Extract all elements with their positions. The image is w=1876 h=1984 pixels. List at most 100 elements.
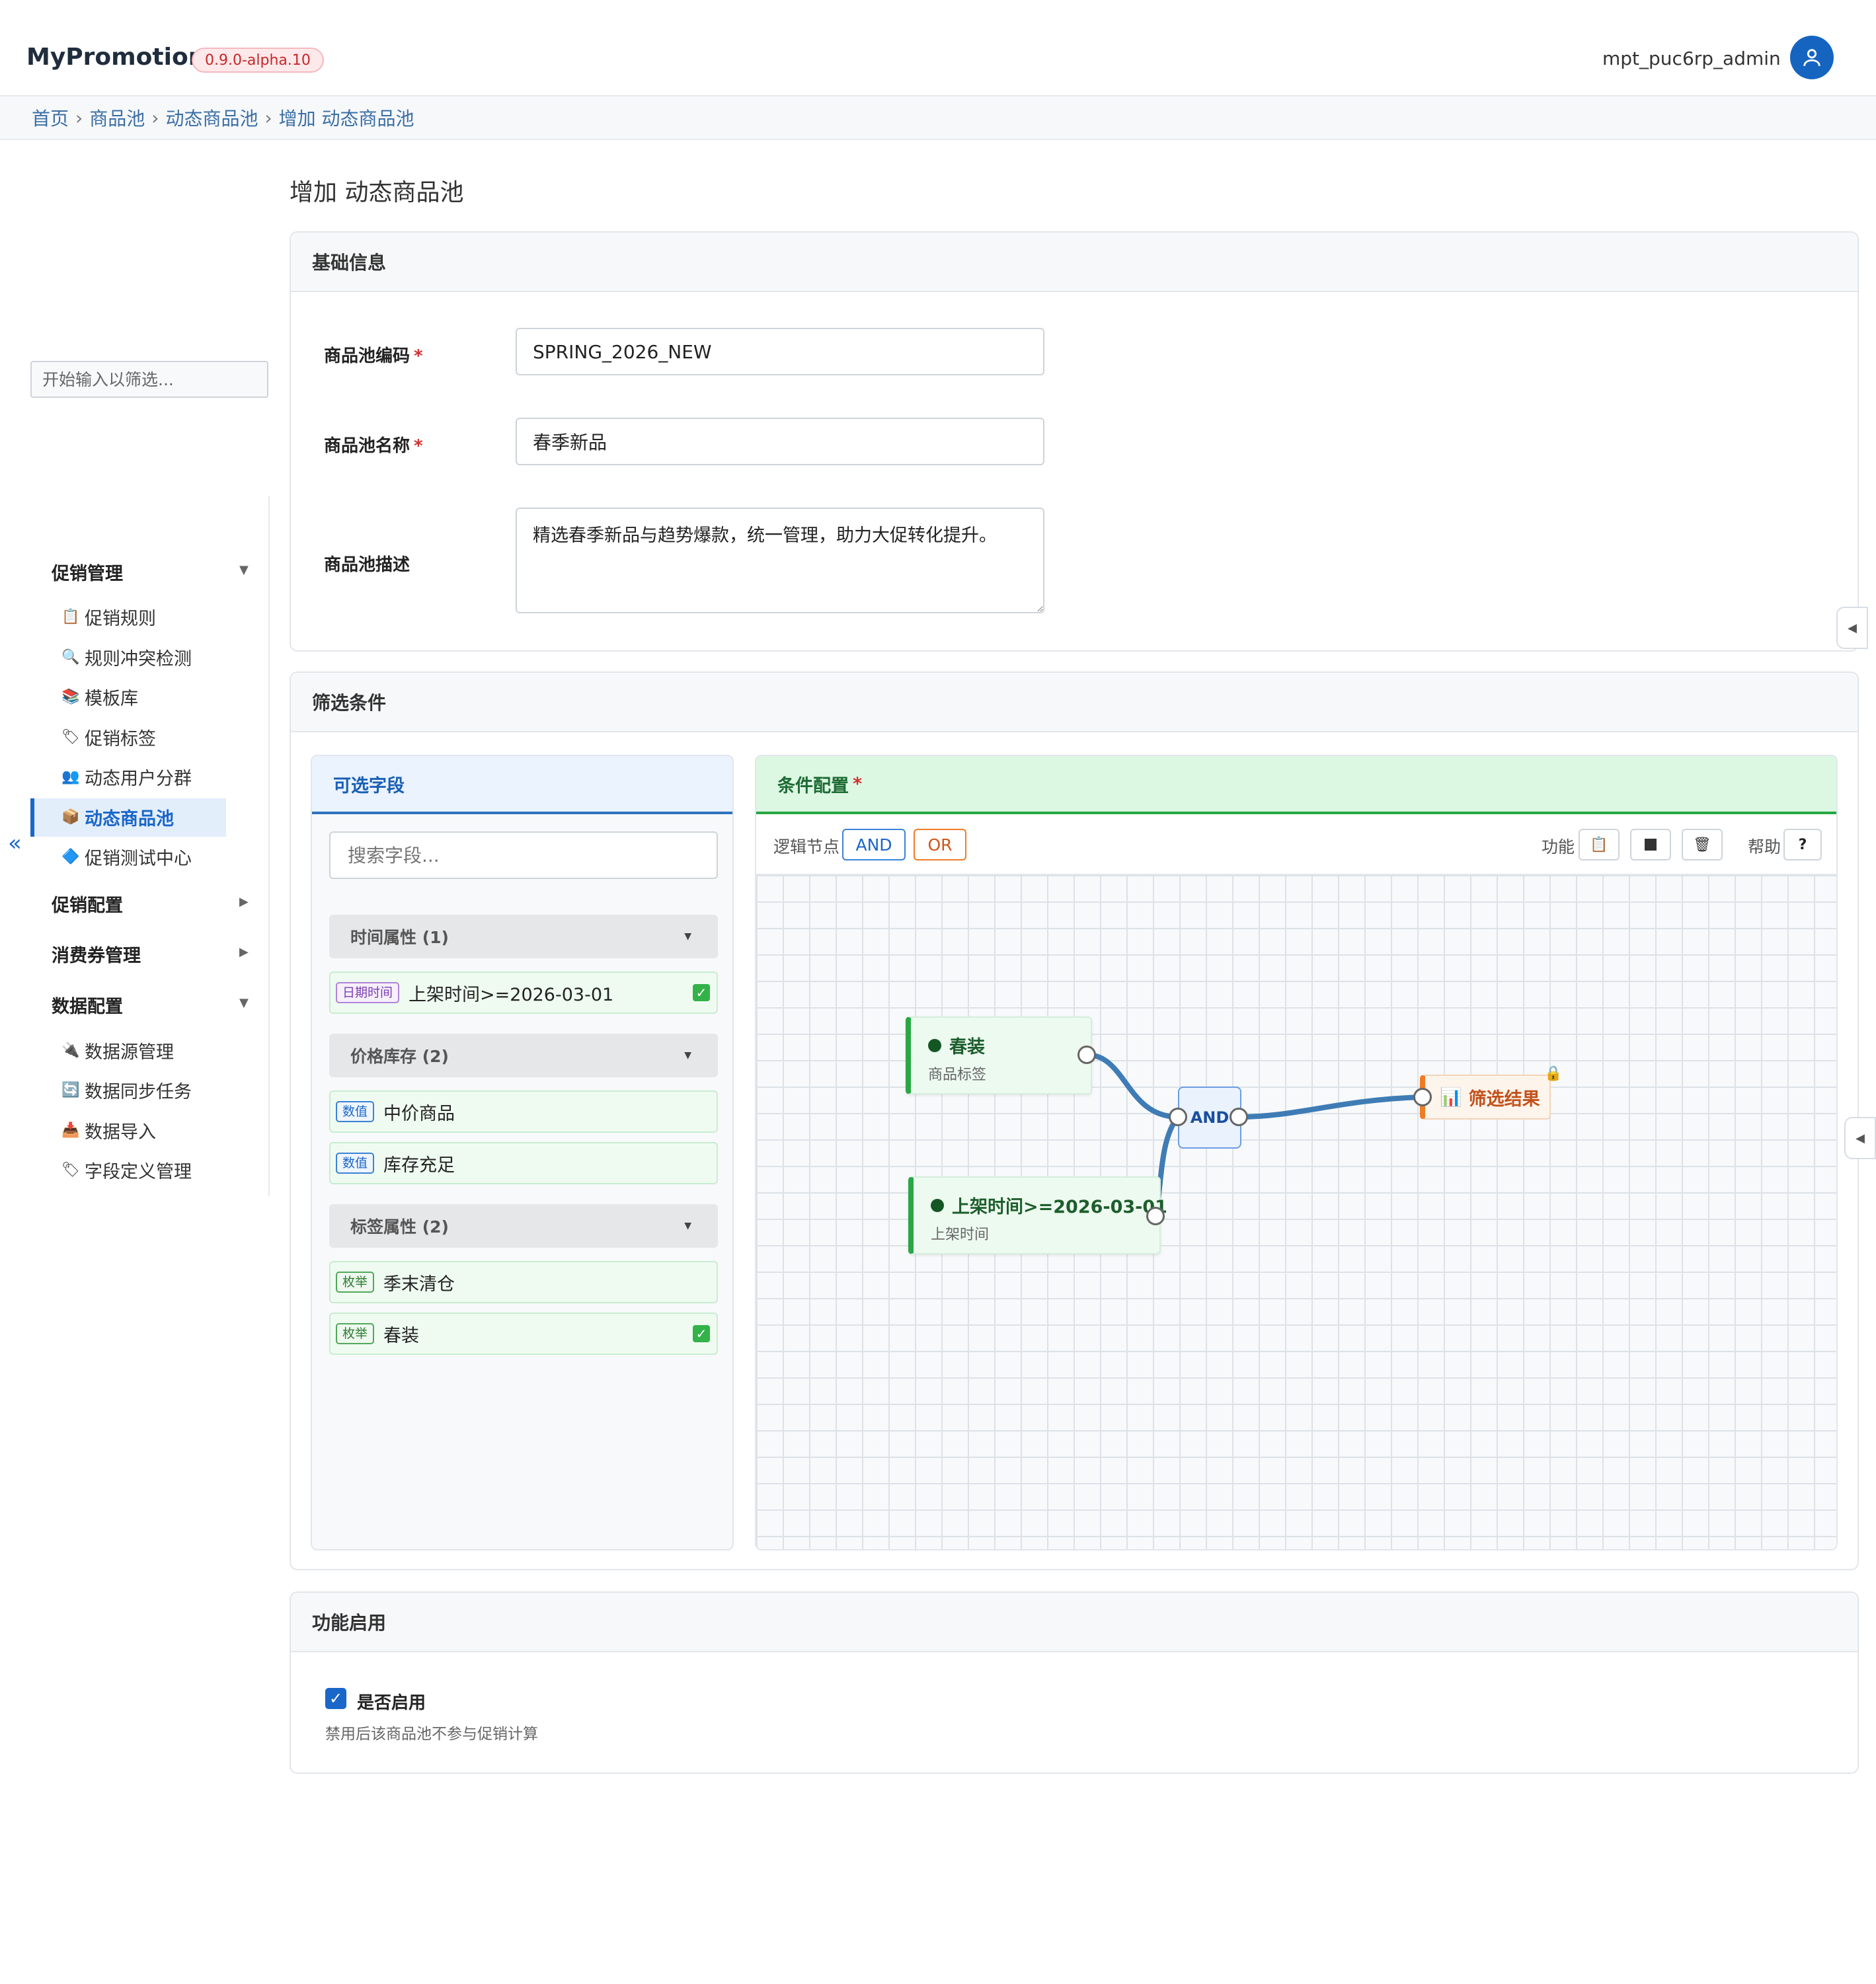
chevron-right-icon[interactable]: ▶ [239, 895, 249, 909]
chevron-down-icon[interactable]: ▼ [239, 563, 249, 577]
trash-icon[interactable]: 🗑 [1682, 829, 1723, 860]
sidebar-filter-input[interactable] [30, 361, 268, 398]
enable-checkbox-label[interactable]: 是否启用 [357, 1689, 426, 1714]
node-input-port[interactable] [1413, 1088, 1432, 1106]
field-group-time[interactable]: 时间属性 (1) ▼ [329, 915, 718, 958]
field-item-label: 上架时间>=2026-03-01 [409, 984, 614, 1005]
fields-panel-title: 可选字段 [312, 756, 732, 814]
sidebar-item-promo-rules[interactable]: 📋 促销规则 [61, 604, 156, 630]
field-item-stock[interactable]: 数值 库存充足 [329, 1142, 718, 1184]
add-and-node-button[interactable]: AND [842, 829, 906, 860]
desc-textarea[interactable]: 精选春季新品与趋势爆款，统一管理，助力大促转化提升。 [516, 508, 1044, 613]
condition-panel-title-text: 条件配置 [777, 775, 849, 796]
sidebar-item-label: 促销标签 [85, 729, 156, 749]
sidebar-item-sync-tasks[interactable]: 🔄 数据同步任务 [61, 1077, 192, 1103]
field-type-tag: 日期时间 [336, 982, 400, 1003]
name-label: 商品池名称 * [324, 432, 423, 457]
sidebar-item-field-defs[interactable]: 🏷 字段定义管理 [61, 1157, 192, 1183]
status-dot-icon [931, 1198, 944, 1212]
tag-icon: 🏷 [61, 1162, 80, 1178]
breadcrumb-current: 增加 动态商品池 [278, 108, 414, 130]
enable-card: 功能启用 ✓ 是否启用 禁用后该商品池不参与促销计算 [290, 1591, 1859, 1774]
nav-group-config[interactable]: 促销配置 [52, 891, 123, 917]
node-output-port[interactable] [1146, 1207, 1165, 1225]
node-title-text: 上架时间>=2026-03-01 [952, 1197, 1167, 1217]
page-title: 增加 动态商品池 [290, 179, 464, 206]
sidebar-item-conflict-check[interactable]: 🔍 规则冲突检测 [61, 644, 192, 670]
required-mark: * [414, 346, 423, 366]
help-button[interactable]: ? [1783, 829, 1822, 860]
code-label: 商品池编码 * [324, 342, 423, 367]
field-item-listing-time[interactable]: 日期时间 上架时间>=2026-03-01 ✓ [329, 972, 718, 1014]
stop-square [1645, 839, 1657, 851]
clipboard-icon[interactable]: 📋 [1579, 829, 1620, 860]
function-label: 功能 [1542, 837, 1575, 857]
username[interactable]: mpt_puc6rp_admin [1602, 48, 1781, 69]
user-avatar[interactable] [1790, 36, 1834, 79]
sidebar-item-promo-tags[interactable]: 🏷 促销标签 [61, 724, 156, 750]
condition-panel-title: 条件配置 * [756, 756, 1836, 814]
required-mark: * [853, 773, 863, 794]
field-group-tags[interactable]: 标签属性 (2) ▼ [329, 1204, 718, 1248]
tag-icon: 🏷 [61, 729, 80, 745]
sidebar-item-user-segments[interactable]: 👥 动态用户分群 [61, 764, 192, 790]
desc-label: 商品池描述 [324, 555, 410, 575]
sidebar-item-templates[interactable]: 📚 模板库 [61, 684, 138, 710]
node-output-port[interactable] [1230, 1108, 1248, 1126]
field-search-input[interactable] [329, 831, 718, 879]
breadcrumb-dynamic-pool[interactable]: 动态商品池 [165, 104, 258, 131]
sidebar-item-label: 动态用户分群 [85, 769, 192, 789]
field-item-spring-wear[interactable]: 枚举 春装 ✓ [329, 1313, 718, 1355]
node-output-port[interactable] [1077, 1046, 1096, 1064]
condition-node-spring-wear[interactable]: 春装 商品标签 [906, 1016, 1092, 1094]
field-group-price-stock[interactable]: 价格库存 (2) ▼ [329, 1034, 718, 1077]
sidebar-item-data-import[interactable]: 📥 数据导入 [61, 1118, 156, 1143]
field-item-clearance[interactable]: 枚举 季末清仓 [329, 1261, 718, 1303]
nav-group-data[interactable]: 数据配置 [52, 992, 123, 1018]
sidebar-item-label: 规则冲突检测 [85, 649, 192, 669]
breadcrumb: 首页 › 商品池 › 动态商品池 › 增加 动态商品池 [0, 96, 1876, 140]
sidebar-item-dynamic-pool[interactable]: 📦 动态商品池 [61, 804, 174, 830]
condition-node-listing-time[interactable]: 上架时间>=2026-03-01 上架时间 [908, 1176, 1167, 1254]
node-title: 上架时间>=2026-03-01 [931, 1192, 1167, 1218]
breadcrumb-home[interactable]: 首页 [32, 104, 69, 131]
field-item-mid-price[interactable]: 数值 中价商品 [329, 1090, 718, 1133]
sidebar-item-label: 数据导入 [85, 1122, 156, 1143]
node-subtitle: 商品标签 [928, 1067, 987, 1083]
edge-n1-and [1086, 1052, 1179, 1120]
add-or-node-button[interactable]: OR [914, 829, 966, 860]
stop-icon[interactable] [1630, 829, 1671, 860]
app-title[interactable]: MyPromotion [26, 44, 205, 71]
name-label-text: 商品池名称 [324, 436, 410, 456]
name-input[interactable] [516, 418, 1044, 465]
sidebar-collapse-icon[interactable]: « [8, 830, 22, 857]
chevron-down-icon[interactable]: ▼ [239, 996, 249, 1010]
lock-icon: 🔒 [1544, 1065, 1563, 1082]
sidebar-item-label: 数据同步任务 [85, 1082, 192, 1102]
card-title: 筛选条件 [291, 673, 1857, 732]
sidebar-item-datasources[interactable]: 🔌 数据源管理 [61, 1038, 174, 1063]
chevron-right-icon[interactable]: ▶ [239, 945, 249, 959]
condition-toolbar: 逻辑节点 AND OR 功能 📋 🗑 帮助 ? [756, 814, 1836, 875]
field-group-label: 标签属性 (2) [350, 1217, 449, 1237]
sidebar-item-label: 字段定义管理 [85, 1162, 192, 1182]
sidebar-item-label: 模板库 [85, 689, 138, 709]
panel-toggle-left-icon[interactable]: ◀ [1844, 1117, 1876, 1159]
condition-canvas[interactable]: 春装 商品标签 上架时间>=2026-03-01 上架时间 AND 📊 筛选结果 … [756, 875, 1836, 1549]
condition-config-panel: 条件配置 * 逻辑节点 AND OR 功能 📋 🗑 帮助 ? 春装 商品标签 上… [755, 755, 1838, 1550]
breadcrumb-product-pool[interactable]: 商品池 [89, 104, 145, 131]
enable-checkbox[interactable]: ✓ [325, 1688, 346, 1709]
nav-group-promotion[interactable]: 促销管理 [52, 559, 123, 585]
field-group-label: 价格库存 (2) [350, 1047, 449, 1066]
books-icon: 📚 [61, 689, 80, 705]
panel-toggle-left-icon[interactable]: ◀ [1836, 607, 1868, 649]
result-node[interactable]: 📊 筛选结果 [1420, 1075, 1551, 1120]
plug-icon: 🔌 [61, 1042, 80, 1059]
nav-group-coupons[interactable]: 消费券管理 [52, 941, 141, 967]
code-input[interactable] [516, 328, 1044, 375]
field-type-tag: 数值 [336, 1101, 375, 1122]
node-input-port[interactable] [1169, 1108, 1187, 1126]
sidebar-item-test-center[interactable]: 🔷 促销测试中心 [61, 844, 192, 870]
bar-chart-icon: 📊 [1440, 1087, 1462, 1108]
top-header: MyPromotion 0.9.0-alpha.10 mpt_puc6rp_ad… [0, 0, 1876, 96]
